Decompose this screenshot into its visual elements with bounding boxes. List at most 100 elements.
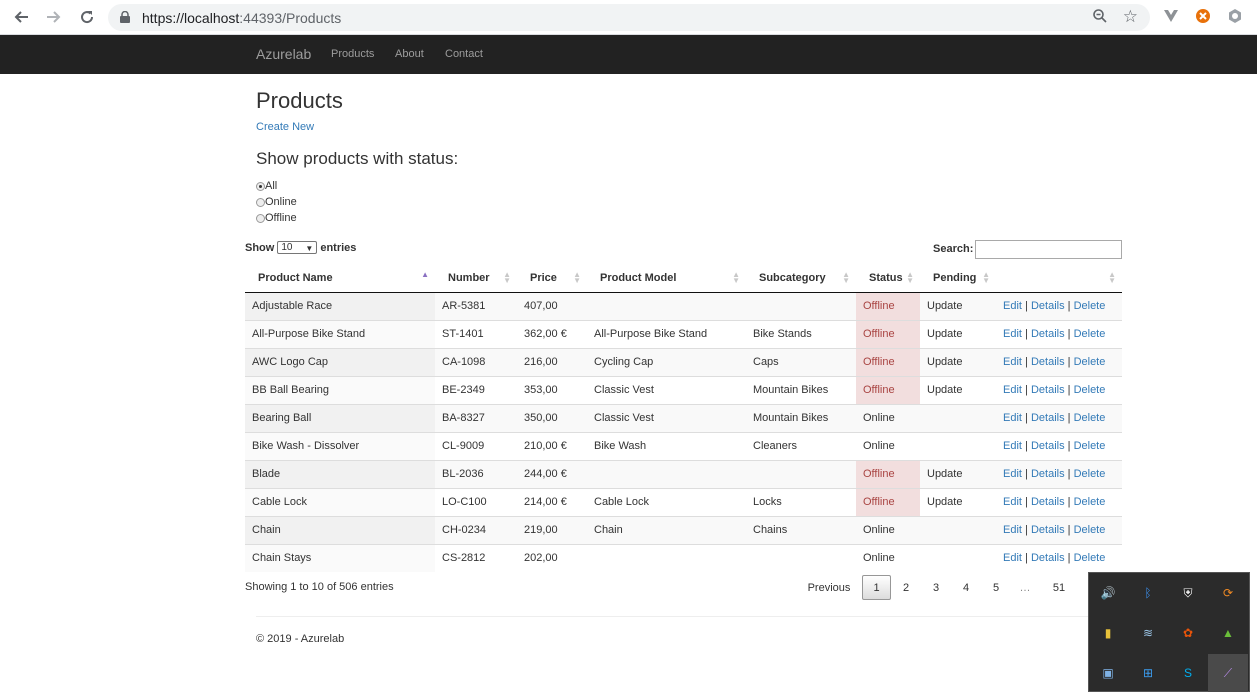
edit-link[interactable]: Edit — [1003, 300, 1022, 312]
nav-link-contact[interactable]: Contact — [445, 48, 483, 60]
search-input[interactable] — [975, 240, 1122, 259]
cell-status: Offline — [856, 291, 920, 320]
action-separator: | — [1025, 552, 1028, 565]
cell-status: Offline — [856, 375, 920, 404]
cell-product-model: Cable Lock — [587, 487, 746, 516]
filter-option-online[interactable]: Online — [256, 196, 297, 208]
edit-link[interactable]: Edit — [1003, 496, 1022, 508]
monitor-icon[interactable]: ▣ — [1099, 664, 1117, 682]
sort-icon: ▲ ▼ — [1108, 270, 1116, 285]
col-header-pending[interactable]: Pending ▲ ▼ — [920, 264, 996, 293]
details-link[interactable]: Details — [1031, 524, 1065, 536]
delete-link[interactable]: Delete — [1074, 468, 1106, 480]
sort-asc-icon: ▲ — [421, 270, 429, 279]
address-bar[interactable]: https://localhost:44393/Products ☆ — [108, 4, 1150, 31]
edit-link[interactable]: Edit — [1003, 412, 1022, 424]
pagination-page-4[interactable]: 4 — [954, 575, 978, 600]
details-link[interactable]: Details — [1031, 552, 1065, 564]
pagination-page-2[interactable]: 2 — [894, 575, 918, 600]
col-header-price[interactable]: Price ▲ ▼ — [517, 264, 587, 293]
delete-link[interactable]: Delete — [1074, 524, 1106, 536]
col-header-number[interactable]: Number ▲ ▼ — [435, 264, 517, 293]
radio-all[interactable] — [256, 181, 265, 191]
edit-link[interactable]: Edit — [1003, 524, 1022, 536]
create-new-link[interactable]: Create New — [256, 121, 314, 133]
pagination-previous[interactable]: Previous — [804, 575, 854, 600]
edit-link[interactable]: Edit — [1003, 384, 1022, 396]
cell-pending — [920, 431, 996, 460]
details-link[interactable]: Details — [1031, 412, 1065, 424]
filter-option-all[interactable]: All — [256, 180, 277, 192]
nav-link-products[interactable]: Products — [331, 48, 374, 60]
back-icon[interactable] — [10, 6, 32, 28]
details-link[interactable]: Details — [1031, 300, 1065, 312]
forward-icon[interactable] — [43, 6, 65, 28]
speaker-icon[interactable]: 🔊 — [1099, 584, 1117, 602]
page-length-select[interactable]: 10 — [277, 241, 318, 254]
cell-subcategory: Chains — [746, 515, 856, 544]
delete-link[interactable]: Delete — [1074, 552, 1106, 564]
flower-icon[interactable]: ✿ — [1179, 624, 1197, 642]
details-link[interactable]: Details — [1031, 328, 1065, 340]
cell-number: LO-C100 — [435, 487, 517, 516]
details-link[interactable]: Details — [1031, 356, 1065, 368]
cell-pending: Update — [920, 459, 996, 488]
pagination-page-1[interactable]: 1 — [862, 575, 891, 600]
cell-product-model: Chain — [587, 515, 746, 544]
col-header-actions[interactable]: ▲ ▼ — [996, 264, 1122, 293]
details-link[interactable]: Details — [1031, 468, 1065, 480]
delete-link[interactable]: Delete — [1074, 440, 1106, 452]
delete-link[interactable]: Delete — [1074, 300, 1106, 312]
sync-icon[interactable]: ⟳ — [1219, 584, 1237, 602]
folder-icon[interactable]: ▮ — [1099, 624, 1117, 642]
navbar-brand[interactable]: Azurelab — [256, 46, 311, 62]
delete-link[interactable]: Delete — [1074, 412, 1106, 424]
col-header-status[interactable]: Status ▲ ▼ — [856, 264, 920, 293]
edit-link[interactable]: Edit — [1003, 552, 1022, 564]
filter-option-offline[interactable]: Offline — [256, 212, 297, 224]
details-link[interactable]: Details — [1031, 496, 1065, 508]
skype-icon[interactable]: S — [1179, 664, 1197, 682]
pagination-page-5[interactable]: 5 — [984, 575, 1008, 600]
cell-pending — [920, 403, 996, 432]
reload-icon[interactable] — [76, 6, 98, 28]
edit-link[interactable]: Edit — [1003, 328, 1022, 340]
delete-link[interactable]: Delete — [1074, 356, 1106, 368]
pagination-page-51[interactable]: 51 — [1045, 575, 1073, 600]
edit-link[interactable]: Edit — [1003, 440, 1022, 452]
table-row: Cable Lock LO-C100 214,00 € Cable Lock Locks… — [245, 487, 1122, 516]
vue-extension-icon[interactable] — [1163, 8, 1181, 26]
database-icon[interactable]: ≋ — [1139, 624, 1157, 642]
bluetooth-icon[interactable]: ᛒ — [1139, 584, 1157, 602]
cell-actions: Edit | Details | Delete — [996, 543, 1122, 572]
cell-product-name: Chain Stays — [245, 543, 435, 572]
cell-subcategory: Caps — [746, 347, 856, 376]
bookmark-star-icon[interactable]: ☆ — [1123, 7, 1138, 27]
cell-subcategory: Locks — [746, 487, 856, 516]
hexagon-extension-icon[interactable] — [1227, 8, 1245, 26]
radio-online[interactable] — [256, 197, 265, 207]
zoom-icon[interactable] — [1092, 8, 1108, 27]
details-link[interactable]: Details — [1031, 440, 1065, 452]
action-separator: | — [1025, 384, 1028, 396]
cell-product-name: Chain — [245, 515, 435, 544]
shield-icon[interactable]: ⛨ — [1179, 584, 1197, 602]
details-link[interactable]: Details — [1031, 384, 1065, 396]
feather-icon[interactable]: ⟋ — [1219, 664, 1237, 682]
windows-icon[interactable]: ⊞ — [1139, 664, 1157, 682]
delete-link[interactable]: Delete — [1074, 328, 1106, 340]
addon-extension-icon[interactable] — [1195, 8, 1213, 26]
edit-link[interactable]: Edit — [1003, 356, 1022, 368]
delete-link[interactable]: Delete — [1074, 496, 1106, 508]
col-header-subcategory[interactable]: Subcategory ▲ ▼ — [746, 264, 856, 293]
pagination-page-3[interactable]: 3 — [924, 575, 948, 600]
drive-icon[interactable]: ▲ — [1219, 624, 1237, 642]
edit-link[interactable]: Edit — [1003, 468, 1022, 480]
col-header-product-name[interactable]: Product Name ▲ — [245, 264, 435, 293]
col-header-product-model[interactable]: Product Model ▲ ▼ — [587, 264, 746, 293]
delete-link[interactable]: Delete — [1074, 384, 1106, 396]
radio-offline[interactable] — [256, 213, 265, 223]
cell-number: CS-2812 — [435, 543, 517, 572]
nav-link-about[interactable]: About — [395, 48, 424, 60]
table-header-row: Product Name ▲ Number ▲ ▼ Price ▲ ▼ Product M… — [245, 264, 1122, 293]
